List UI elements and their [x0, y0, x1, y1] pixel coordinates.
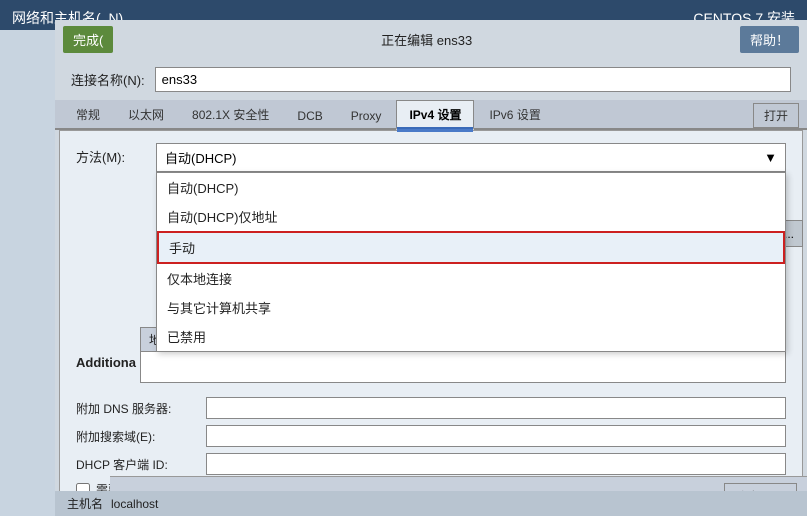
hostname-label: 主机名: [67, 495, 103, 512]
dialog-top-bar: 完成( 正在编辑 ens33 帮助！: [55, 20, 807, 59]
dns-label: 附加 DNS 服务器:: [76, 400, 206, 417]
tab-content: 方法(M): 自动(DHCP) ▼ 自动(DHCP) 自动(DHCP)仅地址 手…: [59, 130, 803, 511]
method-selected-text: 自动(DHCP): [165, 148, 237, 167]
dhcp-client-row: DHCP 客户端 ID:: [76, 453, 786, 475]
hostname-value: localhost: [111, 497, 158, 511]
dropdown-item-disabled[interactable]: 已禁用: [157, 322, 785, 351]
dns-input[interactable]: [206, 397, 786, 419]
additional-label: Additiona: [76, 355, 136, 370]
method-label: 方法(M):: [76, 143, 156, 166]
tab-ipv6[interactable]: IPv6 设置: [476, 100, 553, 128]
dhcp-client-label: DHCP 客户端 ID:: [76, 456, 206, 473]
tab-ethernet[interactable]: 以太网: [115, 100, 177, 128]
search-domain-label: 附加搜索域(E):: [76, 428, 206, 445]
dropdown-item-dhcp-addr[interactable]: 自动(DHCP)仅地址: [157, 202, 785, 231]
method-dropdown-menu: 自动(DHCP) 自动(DHCP)仅地址 手动 仅本地连接 与其它计算机共享 已…: [156, 172, 786, 352]
method-dropdown-container: 自动(DHCP) ▼ 自动(DHCP) 自动(DHCP)仅地址 手动 仅本地连接…: [156, 143, 786, 172]
tab-active-underline: [397, 127, 473, 130]
connection-name-row: 连接名称(N):: [55, 59, 807, 100]
tab-dcb[interactable]: DCB: [284, 103, 335, 128]
dns-field-row: 附加 DNS 服务器:: [76, 397, 786, 419]
dropdown-item-dhcp[interactable]: 自动(DHCP): [157, 173, 785, 202]
dropdown-item-manual[interactable]: 手动: [157, 231, 785, 264]
tab-proxy[interactable]: Proxy: [338, 103, 395, 128]
conn-name-input[interactable]: [155, 67, 791, 92]
tab-general[interactable]: 常规: [63, 100, 113, 128]
search-domain-input[interactable]: [206, 425, 786, 447]
tab-8021x[interactable]: 802.1X 安全性: [179, 100, 282, 128]
additional-section: Additiona 地址 附加 DNS 服务器: 附加搜索域(E):: [76, 327, 786, 498]
dropdown-arrow-icon: ▼: [764, 150, 777, 165]
help-button[interactable]: 帮助！: [740, 26, 799, 53]
dialog-title: 正在编辑 ens33: [121, 30, 732, 49]
dropdown-item-link-local[interactable]: 仅本地连接: [157, 264, 785, 293]
search-domain-row: 附加搜索域(E):: [76, 425, 786, 447]
edit-dialog: 完成( 正在编辑 ens33 帮助！ 连接名称(N): 常规 以太网 802.1…: [55, 20, 807, 516]
tab-ipv4[interactable]: IPv4 设置: [396, 100, 474, 130]
method-dropdown-selected[interactable]: 自动(DHCP) ▼: [156, 143, 786, 172]
address-table-body: [141, 352, 785, 382]
method-row: 方法(M): 自动(DHCP) ▼ 自动(DHCP) 自动(DHCP)仅地址 手…: [76, 143, 786, 172]
hostname-area: 主机名 localhost: [55, 491, 807, 516]
tabs-bar: 常规 以太网 802.1X 安全性 DCB Proxy IPv4 设置 IPv6…: [55, 100, 807, 130]
dropdown-item-shared[interactable]: 与其它计算机共享: [157, 293, 785, 322]
conn-name-label: 连接名称(N):: [71, 70, 145, 89]
open-button[interactable]: 打开: [753, 103, 799, 128]
dhcp-client-input[interactable]: [206, 453, 786, 475]
complete-button[interactable]: 完成(: [63, 26, 113, 53]
